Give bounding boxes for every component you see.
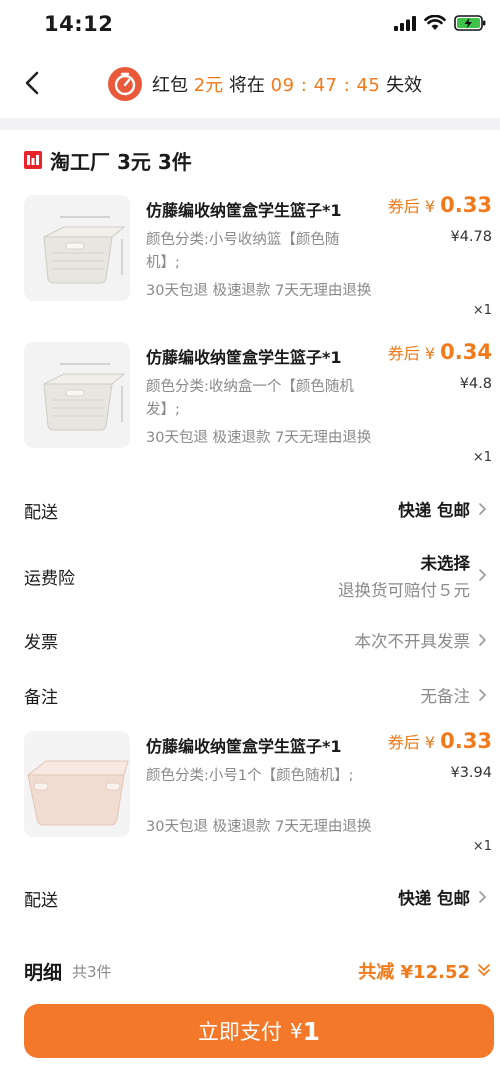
- insurance-value: 未选择: [420, 554, 471, 573]
- product-item[interactable]: 仿藤编收纳筐盒学生篮子*1 券后 ¥ 0.34 颜色分类:收纳盒一个【颜色随机发…: [0, 340, 500, 472]
- countdown-timer: 09 : 47 : 45: [270, 75, 381, 96]
- price-prefix: 券后: [387, 733, 420, 752]
- shop-logo-icon: [24, 151, 42, 169]
- chevron-right-icon: [479, 503, 487, 515]
- status-bar: 14:12: [0, 0, 500, 50]
- section-divider: [0, 118, 500, 130]
- shop-name: 淘工厂 3元 3件: [50, 149, 192, 174]
- price-currency: ¥: [424, 197, 436, 216]
- wifi-icon: [424, 15, 446, 30]
- hongbao-prefix: 红包: [152, 75, 188, 96]
- shipping-insurance-row[interactable]: 运费险 未选择 退换货可赔付５元: [0, 548, 500, 604]
- service-tags: 30天包退 极速退款 7天无理由退换: [146, 430, 372, 446]
- invoice-row[interactable]: 发票 本次不开具发票: [0, 624, 500, 654]
- quantity: ×1: [472, 303, 492, 318]
- invoice-label: 发票: [24, 633, 58, 653]
- checkout-bar: 明细 共3件 共减 ¥12.52 立即支付 ¥ 1: [0, 940, 500, 1065]
- note-row[interactable]: 备注 无备注: [0, 679, 500, 709]
- hongbao-banner[interactable]: 红包 2元 将在 09 : 47 : 45 失效: [108, 65, 422, 103]
- original-price: ¥4.8: [459, 376, 492, 392]
- product-spec[interactable]: 颜色分类:小号收纳篮【颜色随机】;: [146, 229, 356, 275]
- pay-button-label: 立即支付: [197, 1020, 282, 1044]
- insurance-subtext: 退换货可赔付５元: [338, 581, 470, 600]
- chevron-right-icon: [479, 634, 487, 646]
- delivery-label: 配送: [24, 891, 58, 911]
- price-currency: ¥: [424, 733, 436, 752]
- total-discount[interactable]: 共减 ¥12.52: [358, 958, 470, 984]
- delivery-value: 快递 包邮: [398, 889, 470, 908]
- price-prefix: 券后: [387, 197, 420, 216]
- product-price: 券后 ¥ 0.33: [388, 729, 492, 753]
- insurance-label: 运费险: [24, 569, 75, 589]
- quantity: ×1: [472, 839, 492, 854]
- product-thumbnail[interactable]: [24, 195, 130, 301]
- timer-icon: [108, 67, 142, 101]
- service-tags: 30天包退 极速退款 7天无理由退换: [146, 283, 372, 299]
- hongbao-amount: 2元: [193, 75, 224, 96]
- price-prefix: 券后: [387, 344, 420, 363]
- product-price: 券后 ¥ 0.33: [388, 193, 492, 217]
- original-price: ¥4.78: [450, 229, 492, 245]
- delivery-label: 配送: [24, 503, 58, 523]
- signal-icon: [394, 15, 416, 31]
- invoice-value: 本次不开具发票: [354, 632, 471, 651]
- detail-label[interactable]: 明细: [24, 958, 62, 985]
- pay-now-button[interactable]: 立即支付 ¥ 1: [24, 1004, 494, 1058]
- price-value: 0.34: [440, 340, 492, 364]
- battery-charging-icon: [454, 15, 486, 31]
- status-icons: [394, 15, 486, 31]
- pay-currency: ¥: [289, 1019, 303, 1043]
- quantity: ×1: [472, 450, 492, 465]
- product-title: 仿藤编收纳筐盒学生篮子*1: [146, 201, 342, 220]
- chevron-right-icon: [479, 891, 487, 903]
- price-currency: ¥: [424, 344, 436, 363]
- back-button[interactable]: [16, 65, 48, 101]
- header: 红包 2元 将在 09 : 47 : 45 失效: [0, 55, 500, 113]
- product-item[interactable]: 仿藤编收纳筐盒学生篮子*1 券后 ¥ 0.33 颜色分类:小号收纳篮【颜色随机】…: [0, 193, 500, 325]
- item-count: 共3件: [72, 963, 112, 981]
- product-item[interactable]: 仿藤编收纳筐盒学生篮子*1 券后 ¥ 0.33 颜色分类:小号1个【颜色随机】;…: [0, 729, 500, 861]
- chevron-right-icon: [479, 569, 487, 581]
- chevron-double-down-icon[interactable]: [476, 962, 492, 978]
- status-time: 14:12: [44, 12, 114, 36]
- price-value: 0.33: [440, 729, 492, 753]
- product-title: 仿藤编收纳筐盒学生篮子*1: [146, 737, 342, 756]
- note-label: 备注: [24, 688, 58, 708]
- note-value: 无备注: [420, 687, 471, 706]
- price-value: 0.33: [440, 193, 492, 217]
- pay-amount: 1: [302, 1016, 321, 1046]
- product-title: 仿藤编收纳筐盒学生篮子*1: [146, 348, 342, 367]
- delivery-value: 快递 包邮: [398, 501, 470, 520]
- product-thumbnail[interactable]: [24, 342, 130, 448]
- delivery-row[interactable]: 配送 快递 包邮: [0, 494, 500, 524]
- product-price: 券后 ¥ 0.34: [388, 340, 492, 364]
- shop-header: 淘工厂 3元 3件: [24, 145, 192, 175]
- delivery-row[interactable]: 配送 快递 包邮: [0, 882, 500, 912]
- hongbao-suffix: 失效: [386, 75, 423, 96]
- chevron-left-icon: [25, 71, 39, 95]
- product-spec[interactable]: 颜色分类:收纳盒一个【颜色随机发】;: [146, 376, 356, 422]
- service-tags: 30天包退 极速退款 7天无理由退换: [146, 819, 372, 835]
- product-spec[interactable]: 颜色分类:小号1个【颜色随机】;: [146, 765, 356, 788]
- original-price: ¥3.94: [450, 765, 492, 781]
- hongbao-text: 红包 2元 将在 09 : 47 : 45 失效: [152, 71, 422, 97]
- chevron-right-icon: [479, 689, 487, 701]
- hongbao-mid: 将在: [228, 75, 265, 96]
- product-thumbnail[interactable]: [24, 731, 130, 837]
